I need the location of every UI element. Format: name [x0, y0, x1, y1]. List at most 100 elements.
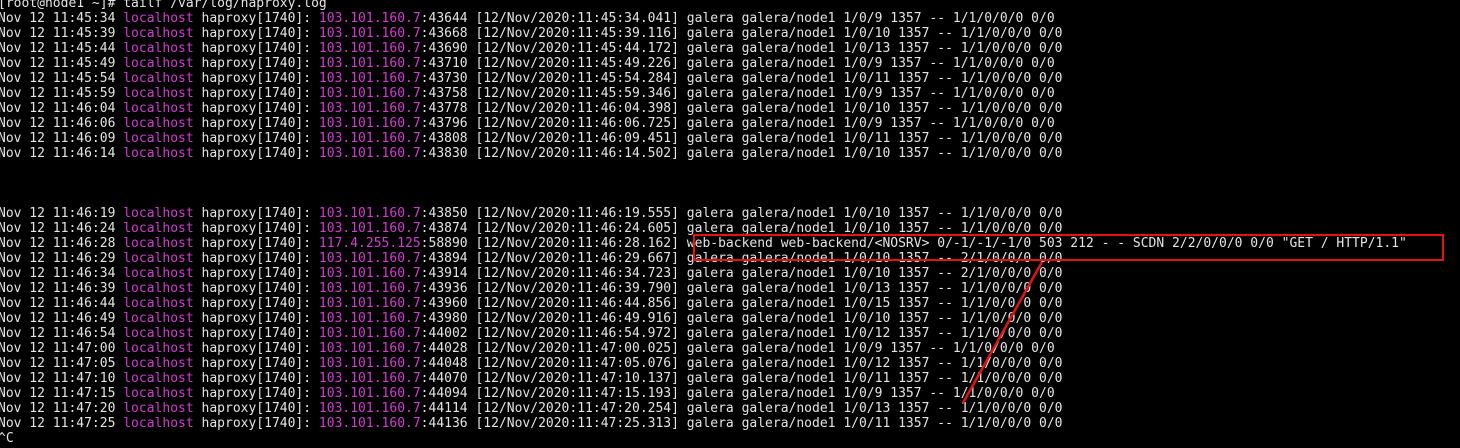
log-client-ip: 103.101.160.7 — [318, 416, 421, 431]
interrupt-line: ^C — [0, 431, 14, 446]
log-hostname: localhost — [123, 206, 194, 221]
log-line: Nov 12 11:45:49 localhost haproxy[1740]:… — [0, 56, 1460, 71]
log-process: haproxy[1740]: — [193, 326, 319, 341]
log-line: Nov 12 11:46:49 localhost haproxy[1740]:… — [0, 311, 1460, 326]
log-process: haproxy[1740]: — [193, 266, 319, 281]
log-timestamp: Nov 12 11:45:54 — [0, 71, 124, 86]
log-timestamp: Nov 12 11:46:49 — [0, 311, 124, 326]
log-message: [12/Nov/2020:11:47:20.254] galera galera… — [467, 401, 1063, 416]
log-timestamp: Nov 12 11:46:34 — [0, 266, 124, 281]
log-hostname: localhost — [123, 386, 194, 401]
log-hostname: localhost — [123, 221, 194, 236]
log-timestamp: Nov 12 11:45:39 — [0, 26, 124, 41]
log-hostname: localhost — [123, 296, 194, 311]
log-message: [12/Nov/2020:11:46:29.667] galera galera… — [467, 251, 1063, 266]
log-timestamp: Nov 12 11:46:39 — [0, 281, 124, 296]
log-line: Nov 12 11:46:06 localhost haproxy[1740]:… — [0, 116, 1460, 131]
log-process: haproxy[1740]: — [193, 371, 319, 386]
log-process: haproxy[1740]: — [193, 356, 319, 371]
log-process: haproxy[1740]: — [193, 206, 319, 221]
log-timestamp: Nov 12 11:46:14 — [0, 146, 124, 161]
log-timestamp: Nov 12 11:46:09 — [0, 131, 124, 146]
log-line: Nov 12 11:46:28 localhost haproxy[1740]:… — [0, 236, 1460, 251]
log-message: [12/Nov/2020:11:46:28.162] web-backend w… — [467, 236, 1407, 251]
log-client-ip: 103.101.160.7 — [318, 131, 421, 146]
log-hostname: localhost — [123, 71, 194, 86]
log-client-port: :44028 — [420, 341, 468, 356]
log-timestamp: Nov 12 11:47:20 — [0, 401, 124, 416]
log-hostname: localhost — [123, 341, 194, 356]
log-message: [12/Nov/2020:11:46:09.451] galera galera… — [467, 131, 1063, 146]
log-client-port: :43830 — [420, 146, 468, 161]
log-process: haproxy[1740]: — [193, 26, 319, 41]
log-message: [12/Nov/2020:11:46:06.725] galera galera… — [467, 116, 1055, 131]
log-process: haproxy[1740]: — [193, 251, 319, 266]
log-message: [12/Nov/2020:11:46:19.555] galera galera… — [467, 206, 1063, 221]
log-client-port: :43808 — [420, 131, 468, 146]
log-client-ip: 103.101.160.7 — [318, 116, 421, 131]
log-line: Nov 12 11:47:25 localhost haproxy[1740]:… — [0, 416, 1460, 431]
log-line: Nov 12 11:47:15 localhost haproxy[1740]:… — [0, 386, 1460, 401]
log-message: [12/Nov/2020:11:46:24.605] galera galera… — [467, 221, 1063, 236]
log-timestamp: Nov 12 11:46:24 — [0, 221, 124, 236]
log-client-ip: 103.101.160.7 — [318, 71, 421, 86]
log-timestamp: Nov 12 11:47:10 — [0, 371, 124, 386]
log-hostname: localhost — [123, 326, 194, 341]
log-client-ip: 103.101.160.7 — [318, 11, 421, 26]
log-client-port: :44136 — [420, 416, 468, 431]
log-client-port: :43980 — [420, 311, 468, 326]
log-hostname: localhost — [123, 356, 194, 371]
log-process: haproxy[1740]: — [193, 341, 319, 356]
log-client-port: :44094 — [420, 386, 468, 401]
log-client-ip: 103.101.160.7 — [318, 41, 421, 56]
log-client-ip: 103.101.160.7 — [318, 296, 421, 311]
log-client-port: :43850 — [420, 206, 468, 221]
log-client-port: :43936 — [420, 281, 468, 296]
log-timestamp: Nov 12 11:46:06 — [0, 116, 124, 131]
log-client-port: :43778 — [420, 101, 468, 116]
log-client-ip: 103.101.160.7 — [318, 326, 421, 341]
log-client-ip: 103.101.160.7 — [318, 86, 421, 101]
log-message: [12/Nov/2020:11:45:34.041] galera galera… — [467, 11, 1055, 26]
log-line: Nov 12 11:46:29 localhost haproxy[1740]:… — [0, 251, 1460, 266]
log-client-ip: 103.101.160.7 — [318, 311, 421, 326]
log-client-ip: 103.101.160.7 — [318, 101, 421, 116]
log-hostname: localhost — [123, 371, 194, 386]
log-timestamp: Nov 12 11:47:00 — [0, 341, 124, 356]
log-timestamp: Nov 12 11:46:28 — [0, 236, 124, 251]
log-timestamp: Nov 12 11:47:05 — [0, 356, 124, 371]
log-process: haproxy[1740]: — [193, 416, 319, 431]
log-line: Nov 12 11:46:04 localhost haproxy[1740]:… — [0, 101, 1460, 116]
log-process: haproxy[1740]: — [193, 101, 319, 116]
log-message: [12/Nov/2020:11:45:59.346] galera galera… — [467, 86, 1055, 101]
shell-prompt: [root@node1 ~]# — [0, 0, 124, 11]
log-hostname: localhost — [123, 86, 194, 101]
log-line: Nov 12 11:46:14 localhost haproxy[1740]:… — [0, 146, 1460, 161]
terminal-window[interactable]: [root@node1 ~]# tailf /var/log/haproxy.l… — [0, 0, 1460, 446]
log-process: haproxy[1740]: — [193, 116, 319, 131]
log-client-port: :58890 — [420, 236, 468, 251]
log-client-port: :43690 — [420, 41, 468, 56]
log-client-port: :44002 — [420, 326, 468, 341]
log-timestamp: Nov 12 11:45:34 — [0, 11, 124, 26]
log-message: [12/Nov/2020:11:47:10.137] galera galera… — [467, 371, 1063, 386]
log-client-port: :43758 — [420, 86, 468, 101]
log-line: Nov 12 11:46:34 localhost haproxy[1740]:… — [0, 266, 1460, 281]
log-hostname: localhost — [123, 266, 194, 281]
log-process: haproxy[1740]: — [193, 146, 319, 161]
log-line: Nov 12 11:47:20 localhost haproxy[1740]:… — [0, 401, 1460, 416]
log-message: [12/Nov/2020:11:45:54.284] galera galera… — [467, 71, 1063, 86]
log-client-ip: 103.101.160.7 — [318, 221, 421, 236]
log-client-ip: 103.101.160.7 — [318, 251, 421, 266]
log-client-port: :44114 — [420, 401, 468, 416]
log-message: [12/Nov/2020:11:46:54.972] galera galera… — [467, 326, 1063, 341]
log-client-ip: 103.101.160.7 — [318, 341, 421, 356]
log-client-port: :43874 — [420, 221, 468, 236]
log-hostname: localhost — [123, 101, 194, 116]
log-client-port: :44048 — [420, 356, 468, 371]
shell-command: tailf /var/log/haproxy.log — [123, 0, 327, 11]
log-message: [12/Nov/2020:11:47:15.193] galera galera… — [467, 386, 1055, 401]
log-message: [12/Nov/2020:11:47:00.025] galera galera… — [467, 341, 1055, 356]
log-timestamp: Nov 12 11:47:25 — [0, 416, 124, 431]
